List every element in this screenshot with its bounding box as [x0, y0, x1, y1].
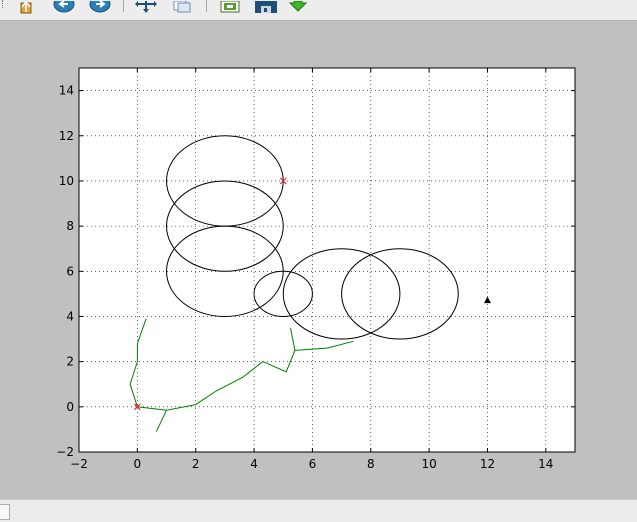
axes-background	[79, 68, 575, 452]
y-tick-label: −2	[56, 445, 74, 459]
x-tick-label: −2	[70, 457, 88, 471]
x-tick-label: 6	[309, 457, 317, 471]
status-bar	[0, 499, 637, 522]
x-tick-label: 10	[421, 457, 436, 471]
x-tick-label: 8	[367, 457, 375, 471]
status-message-field	[0, 504, 10, 520]
download-arrow-icon[interactable]	[286, 0, 310, 14]
save-icon[interactable]	[254, 0, 278, 14]
forward-arrow-icon[interactable]	[88, 0, 112, 14]
x-tick-label: 4	[250, 457, 258, 471]
y-tick-label: 10	[59, 174, 74, 188]
back-arrow-icon[interactable]	[52, 0, 76, 14]
x-tick-label: 2	[192, 457, 200, 471]
toolbar-separator	[123, 0, 124, 12]
y-tick-label: 6	[66, 264, 74, 278]
toolbar-separator	[206, 0, 207, 12]
plot-figure[interactable]: −2 0 2 4 6 8 10 12 14 −2 0 2 4 6 8 10 12 14	[0, 21, 637, 499]
subplots-icon[interactable]	[218, 0, 242, 14]
y-tick-label: 12	[59, 129, 74, 143]
x-tick-label: 0	[134, 457, 142, 471]
y-tick-label: 2	[66, 355, 74, 369]
y-tick-label: 8	[66, 219, 74, 233]
y-tick-label: 0	[66, 400, 74, 414]
pan-icon[interactable]	[134, 0, 158, 14]
x-tick-label: 14	[538, 457, 553, 471]
x-tick-label: 12	[480, 457, 495, 471]
home-icon[interactable]	[16, 0, 40, 14]
zoom-icon[interactable]	[170, 0, 194, 14]
y-tick-label: 4	[66, 309, 74, 323]
figure-canvas[interactable]: −2 0 2 4 6 8 10 12 14 −2 0 2 4 6 8 10 12 14	[0, 21, 637, 499]
navigation-toolbar	[0, 0, 637, 21]
toolbar-grip[interactable]	[2, 0, 7, 8]
y-tick-label: 14	[59, 84, 74, 98]
